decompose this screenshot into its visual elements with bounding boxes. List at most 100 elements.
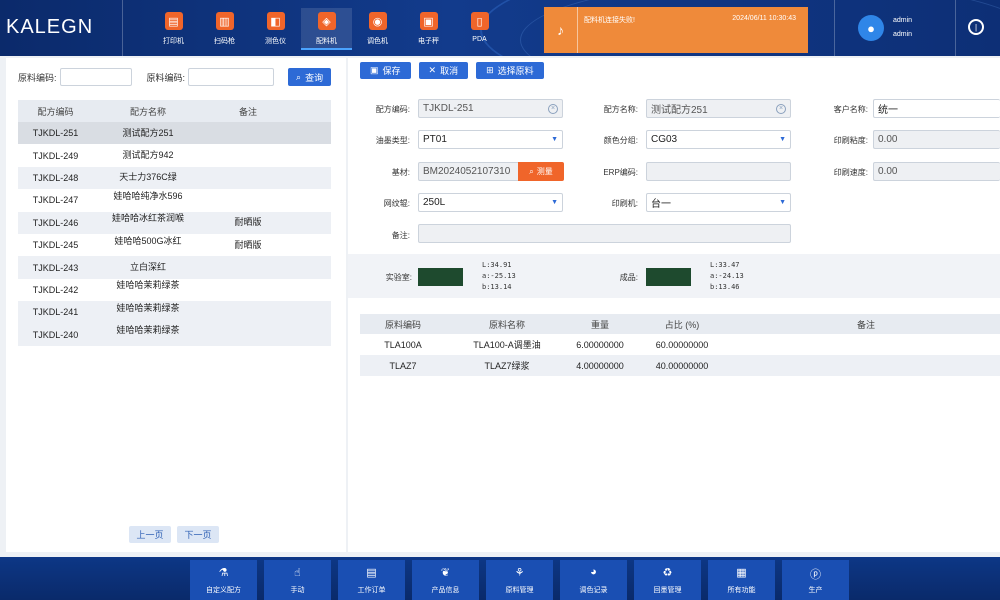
device-dispenser[interactable]: ◈ 配料机 <box>301 8 352 50</box>
next-page-button[interactable]: 下一页 <box>177 526 219 543</box>
table-row[interactable]: TJKDL-242 娃哈哈茉莉绿茶 <box>18 279 331 301</box>
nav-label: 产品信息 <box>431 587 460 594</box>
color-measurement-section: 实验室: L:34.91 a:-25.13 b:13.14 成品: L:33.4… <box>348 254 1000 298</box>
cell-code: TLAZ7 <box>389 360 417 371</box>
table-row[interactable]: TJKDL-251 测试配方251 <box>18 122 331 145</box>
table-row[interactable]: TJKDL-240 娃哈哈茉莉绿茶 <box>18 323 331 346</box>
nav-custom-formula[interactable]: ⚗ 自定义配方 <box>190 560 257 600</box>
color-group-value: CG03 <box>651 134 678 145</box>
viscosity-field[interactable]: 0.00 <box>873 130 1000 149</box>
clear-icon[interactable]: × <box>776 103 786 114</box>
nav-production[interactable]: ⓟ 生产 <box>782 560 849 600</box>
dispenser-icon: ◈ <box>317 12 336 30</box>
nav-product-info[interactable]: ❦ 产品信息 <box>412 560 479 600</box>
barcode-scanner-icon: ▥ <box>215 12 234 30</box>
caret-down-icon: ▼ <box>551 136 558 143</box>
remark-field[interactable] <box>418 224 791 243</box>
cell-code: TJKDL-246 <box>32 217 79 228</box>
nav-tinting-records[interactable]: ◕ 调色记录 <box>560 560 627 600</box>
divider <box>122 0 123 56</box>
table-row[interactable]: TJKDL-245 娃哈哈500G冰红 耐晒版 <box>18 234 331 256</box>
nav-material-management[interactable]: ⚘ 原料管理 <box>486 560 553 600</box>
order-icon: ▤ <box>366 567 377 579</box>
formula-name-label: 配方名称: <box>603 105 638 114</box>
cancel-button[interactable]: ✕ 取消 <box>418 62 469 79</box>
customer-label: 客户名称: <box>833 105 868 114</box>
device-pda[interactable]: ▯ PDA <box>454 8 505 50</box>
cancel-button-label: 取消 <box>440 66 459 76</box>
speed-value: 0.00 <box>878 166 898 177</box>
material-code-input[interactable] <box>59 68 132 86</box>
device-tinting-machine[interactable]: ◉ 调色机 <box>352 8 403 50</box>
search-button[interactable]: ⌕ 查询 <box>288 68 332 86</box>
column-header: 备注 <box>238 106 257 117</box>
table-row[interactable]: TJKDL-241 娃哈哈茉莉绿茶 <box>18 301 331 324</box>
nav-manual[interactable]: ☝ 手动 <box>264 560 331 600</box>
save-button[interactable]: ▣ 保存 <box>360 62 411 79</box>
caret-down-icon: ▼ <box>551 199 558 206</box>
device-printer[interactable]: ▤ 打印机 <box>148 8 199 50</box>
power-icon[interactable]: | <box>968 19 984 35</box>
cell-note: 耐晒版 <box>234 239 262 250</box>
anilox-select[interactable]: 250L ▼ <box>418 193 563 212</box>
product-a-value: a:-24.13 <box>710 272 744 280</box>
product-sample-label: 成品: <box>619 273 638 282</box>
device-label: 测色仪 <box>265 38 286 45</box>
color-group-select[interactable]: CG03 ▼ <box>646 130 791 149</box>
table-row[interactable]: TJKDL-249 测试配方942 <box>18 144 331 166</box>
formula-list-panel: 原料编码: 原料编码: ⌕ 查询 配方编码 配方名称 备注 TJKDL-251 … <box>6 58 346 552</box>
nav-all-functions[interactable]: ▦ 所有功能 <box>708 560 775 600</box>
table-row[interactable]: TJKDL-248 天士力376C绿 <box>18 166 331 190</box>
column-header: 重量 <box>590 319 609 330</box>
cell-ratio: 60.00000000 <box>655 339 709 350</box>
erp-field[interactable] <box>646 162 791 181</box>
table-row[interactable]: TJKDL-246 娃哈哈冰红茶润喉 耐晒版 <box>18 211 331 234</box>
ink-type-select[interactable]: PT01 ▼ <box>418 130 563 149</box>
caret-down-icon: ▼ <box>779 136 786 143</box>
press-select[interactable]: 台一 ▼ <box>646 193 791 212</box>
lab-sample-label: 实验室: <box>385 273 412 282</box>
prev-page-button[interactable]: 上一页 <box>129 526 171 543</box>
cell-name: 立白深红 <box>129 262 166 273</box>
formula-name-field[interactable]: 测试配方251 × <box>646 99 791 118</box>
palette-icon: ◕ <box>590 566 597 578</box>
alert-time: 2024/06/11 10:30:43 <box>732 15 796 22</box>
table-row[interactable]: TJKDL-247 娃哈哈纯净水596 <box>18 189 331 211</box>
press-label: 印刷机: <box>611 199 638 208</box>
cell-name: 娃哈哈500G冰红 <box>114 235 182 246</box>
select-material-button[interactable]: ⊞ 选择原料 <box>476 62 544 79</box>
cell-code: TJKDL-248 <box>32 172 79 183</box>
device-colorimeter[interactable]: ◧ 测色仪 <box>250 8 301 50</box>
nav-ink-return[interactable]: ♻ 回墨管理 <box>634 560 701 600</box>
table-row[interactable]: TLA100A TLA100-A调墨油 6.00000000 60.000000… <box>360 334 1000 355</box>
material-table: 原料编码 原料名称 重量 占比 (%) 备注 TLA100A TLA100-A调… <box>360 314 1000 376</box>
nav-label: 调色记录 <box>579 587 608 594</box>
clear-icon[interactable]: × <box>548 103 558 114</box>
table-row[interactable]: TLAZ7 TLAZ7绿浆 4.00000000 40.00000000 <box>360 355 1000 376</box>
device-scale[interactable]: ▣ 电子秤 <box>403 8 454 50</box>
substrate-label: 基材: <box>391 168 410 177</box>
remark-label: 备注: <box>391 231 410 240</box>
material-code-input-2[interactable] <box>188 68 275 86</box>
top-bar: KALEGN ▤ 打印机 ▥ 扫码枪 ◧ 测色仪 ◈ 配料机 ◉ 调色机 ▣ 电… <box>0 0 1000 56</box>
measure-button[interactable]: ⌕ 测量 <box>518 162 564 181</box>
cell-name: TLAZ7绿浆 <box>484 361 530 371</box>
formula-code-field[interactable]: TJKDL-251 × <box>418 99 563 118</box>
formula-table: 配方编码 配方名称 备注 TJKDL-251 测试配方251 TJKDL-249… <box>18 100 331 346</box>
scale-icon: ▣ <box>419 12 438 30</box>
close-icon: ✕ <box>428 65 437 75</box>
speed-field[interactable]: 0.00 <box>873 162 1000 181</box>
column-header: 原料名称 <box>488 319 525 330</box>
app-logo: KALEGN <box>6 16 94 38</box>
customer-field[interactable]: 统一 <box>873 99 1000 118</box>
user-avatar-icon[interactable]: ● <box>858 15 884 41</box>
device-scanner[interactable]: ▥ 扫码枪 <box>199 8 250 50</box>
cell-code: TJKDL-251 <box>32 128 79 139</box>
table-row[interactable]: TJKDL-243 立白深红 <box>18 256 331 279</box>
cell-code: TJKDL-241 <box>32 307 79 318</box>
nav-work-order[interactable]: ▤ 工作订单 <box>338 560 405 600</box>
device-bar: ▤ 打印机 ▥ 扫码枪 ◧ 测色仪 ◈ 配料机 ◉ 调色机 ▣ 电子秤 ▯ PD… <box>148 8 505 50</box>
cell-name: 娃哈哈茉莉绿茶 <box>116 302 180 313</box>
alert-banner[interactable]: ♪ 配料机连接失败! 2024/06/11 10:30:43 <box>544 7 808 53</box>
substrate-field[interactable]: BM2024052107310 <box>418 162 519 181</box>
